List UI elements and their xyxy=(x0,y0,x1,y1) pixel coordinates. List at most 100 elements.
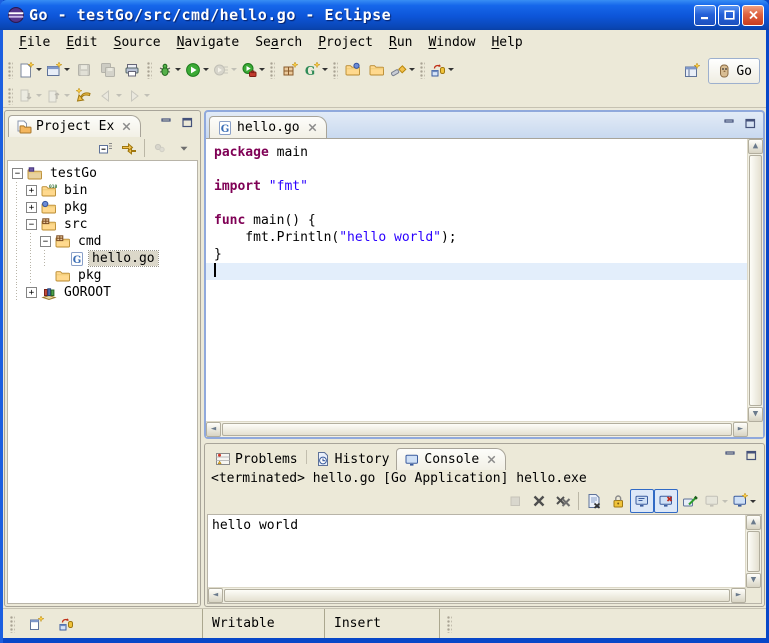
minimize-view-button[interactable] xyxy=(156,114,175,131)
chevron-down-icon[interactable] xyxy=(64,94,70,100)
collapse-all-button[interactable] xyxy=(93,136,117,160)
new-wizard-button[interactable] xyxy=(16,58,44,82)
console-output[interactable]: hello world xyxy=(208,515,746,588)
scroll-right-button[interactable]: ► xyxy=(733,422,748,437)
menu-window[interactable]: Window xyxy=(420,33,483,52)
grip-handle[interactable] xyxy=(8,61,13,79)
scrollbar-thumb[interactable] xyxy=(224,589,730,602)
tree-item-hello-go[interactable]: Ghello.go xyxy=(12,250,197,267)
tab-problems[interactable]: Problems xyxy=(208,448,305,470)
chevron-down-icon[interactable] xyxy=(116,94,122,100)
menu-run[interactable]: Run xyxy=(381,33,420,52)
grip-handle[interactable] xyxy=(10,615,15,633)
tree-expander-plus-icon[interactable]: + xyxy=(26,202,37,213)
menu-navigate[interactable]: Navigate xyxy=(169,33,248,52)
tree-item-cmd[interactable]: −cmd xyxy=(12,233,197,250)
show-stderr-when-changed-button[interactable] xyxy=(654,489,678,513)
link-with-editor-button[interactable] xyxy=(117,136,141,160)
grip-handle[interactable] xyxy=(147,61,152,79)
tab-hello-go[interactable]: G hello.go xyxy=(209,116,327,138)
new-go-file-button[interactable]: G xyxy=(302,58,330,82)
run-button[interactable] xyxy=(183,58,211,82)
menu-search[interactable]: Search xyxy=(247,33,310,52)
editor-horizontal-scrollbar[interactable]: ◄ ► xyxy=(206,421,748,437)
remove-all-terminated-button[interactable] xyxy=(551,489,575,513)
close-button[interactable] xyxy=(742,5,764,26)
console-horizontal-scrollbar[interactable]: ◄ ► xyxy=(208,587,746,603)
scrollbar-thumb[interactable] xyxy=(749,155,762,406)
remove-launch-button[interactable] xyxy=(527,489,551,513)
chevron-down-icon[interactable] xyxy=(322,68,328,74)
grip-handle[interactable] xyxy=(447,615,452,633)
new-go-project-button[interactable] xyxy=(44,58,72,82)
grip-handle[interactable] xyxy=(333,61,338,79)
chevron-down-icon[interactable] xyxy=(448,68,454,74)
chevron-down-icon[interactable] xyxy=(144,94,150,100)
maximize-editor-button[interactable] xyxy=(740,115,759,132)
open-console-button[interactable] xyxy=(730,489,758,513)
tab-history[interactable]: History xyxy=(308,448,397,470)
tree-expander-minus-icon[interactable]: − xyxy=(12,168,23,179)
editor-vertical-scrollbar[interactable]: ▲ ▼ xyxy=(747,139,763,422)
chevron-down-icon[interactable] xyxy=(64,68,70,74)
tree-item-bin[interactable]: +010bin xyxy=(12,182,197,199)
perspective-go-button[interactable]: Go xyxy=(708,58,760,84)
code-area[interactable]: package mainimport "fmt"func main() { fm… xyxy=(206,139,748,422)
import-button[interactable] xyxy=(341,58,365,82)
new-go-package-button[interactable] xyxy=(278,58,302,82)
menu-file[interactable]: File xyxy=(11,33,58,52)
tree-item-goroot[interactable]: +GOROOT xyxy=(12,284,197,301)
menu-help[interactable]: Help xyxy=(483,33,530,52)
scroll-left-button[interactable]: ◄ xyxy=(206,422,221,437)
maximize-view-button[interactable] xyxy=(177,114,196,131)
title-bar[interactable]: Go - testGo/src/cmd/hello.go - Eclipse xyxy=(0,0,769,30)
tree-expander-minus-icon[interactable]: − xyxy=(40,236,51,247)
chevron-down-icon[interactable] xyxy=(409,68,415,74)
menu-source[interactable]: Source xyxy=(106,33,169,52)
show-stdout-when-changed-button[interactable] xyxy=(630,489,654,513)
tab-console[interactable]: Console xyxy=(396,448,506,470)
view-menu-button[interactable] xyxy=(172,136,196,160)
export-button[interactable] xyxy=(365,58,389,82)
scroll-up-button[interactable]: ▲ xyxy=(748,139,763,154)
chevron-down-icon[interactable] xyxy=(203,68,209,74)
synchronize-button[interactable] xyxy=(428,58,456,82)
scroll-up-button[interactable]: ▲ xyxy=(746,515,761,530)
print-button[interactable] xyxy=(120,58,144,82)
close-icon[interactable] xyxy=(306,121,319,134)
grip-handle[interactable] xyxy=(270,61,275,79)
menu-project[interactable]: Project xyxy=(310,33,381,52)
grip-handle[interactable] xyxy=(8,87,13,105)
maximize-button[interactable] xyxy=(718,5,740,26)
grip-handle[interactable] xyxy=(420,61,425,79)
chevron-down-icon[interactable] xyxy=(259,68,265,74)
external-tools-button[interactable] xyxy=(239,58,267,82)
maximize-console-button[interactable] xyxy=(741,447,760,464)
console-vertical-scrollbar[interactable]: ▲ ▼ xyxy=(745,515,761,588)
scrollbar-thumb[interactable] xyxy=(222,423,732,436)
scroll-down-button[interactable]: ▼ xyxy=(748,407,763,422)
tree-expander-plus-icon[interactable]: + xyxy=(26,185,37,196)
scroll-right-button[interactable]: ► xyxy=(731,588,746,603)
minimized-views-button[interactable] xyxy=(54,612,78,636)
minimize-editor-button[interactable] xyxy=(719,115,738,132)
chevron-down-icon[interactable] xyxy=(750,500,756,506)
scrollbar-thumb[interactable] xyxy=(747,531,760,572)
close-icon[interactable] xyxy=(120,120,133,133)
close-icon[interactable] xyxy=(485,453,498,466)
tree-item-pkg[interactable]: pkg xyxy=(12,267,197,284)
tree-expander-plus-icon[interactable]: + xyxy=(26,287,37,298)
scroll-lock-button[interactable] xyxy=(606,489,630,513)
chevron-down-icon[interactable] xyxy=(36,94,42,100)
scroll-left-button[interactable]: ◄ xyxy=(208,588,223,603)
tree-item-testgo[interactable]: −testGo xyxy=(12,165,197,182)
last-edit-location-button[interactable] xyxy=(72,84,96,108)
chevron-down-icon[interactable] xyxy=(175,68,181,74)
menu-edit[interactable]: Edit xyxy=(58,33,105,52)
debug-button[interactable] xyxy=(155,58,183,82)
minimize-console-button[interactable] xyxy=(720,447,739,464)
scroll-down-button[interactable]: ▼ xyxy=(746,573,761,588)
minimize-button[interactable] xyxy=(694,5,716,26)
open-perspective-button[interactable] xyxy=(680,59,704,83)
chevron-down-icon[interactable] xyxy=(722,500,728,506)
